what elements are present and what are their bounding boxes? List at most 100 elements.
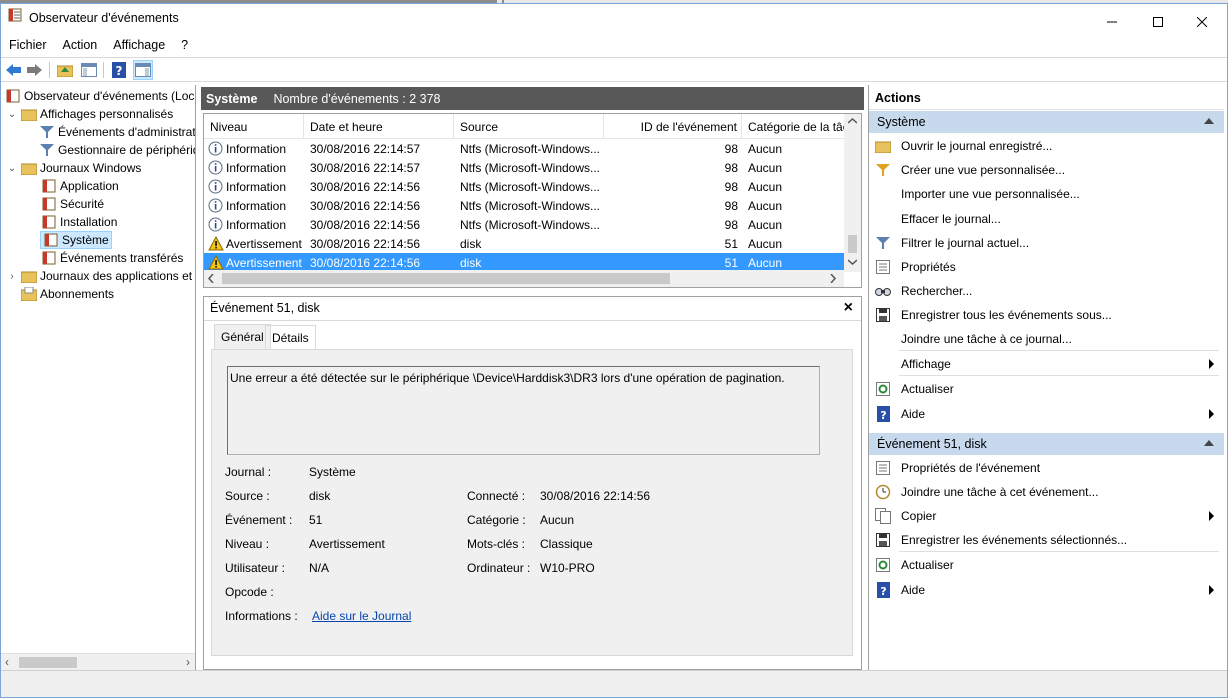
event-row[interactable]: Avertissement 30/08/2016 22:14:56 disk 51 Au… [204,234,844,253]
tree-item-app-service-logs[interactable]: › Journaux des applications et de servic… [7,267,195,285]
tab-details[interactable]: Détails [265,325,316,349]
scroll-right-icon[interactable]: › [186,655,190,669]
scroll-down-icon[interactable] [848,259,857,265]
forward-button[interactable] [25,60,45,80]
tree-item-system[interactable]: Système [40,231,112,249]
action-label: Affichage [901,357,951,371]
event-level: Information [226,198,287,213]
tree-item-custom-views[interactable]: ⌄ Affichages personnalisés [7,105,173,123]
tree-item-forwarded-events[interactable]: Événements transférés [41,249,183,267]
scroll-left-icon[interactable]: ‹ [5,655,9,669]
action-properties[interactable]: Propriétés [869,255,1224,279]
field-label: Informations : [225,609,298,623]
save-icon [875,532,891,548]
event-source: Ntfs (Microsoft-Windows... [460,179,601,194]
column-header-source[interactable]: Source [454,114,604,139]
tree-item-subscriptions[interactable]: Abonnements [21,285,114,303]
properties-icon [875,259,891,275]
action-refresh-event[interactable]: Actualiser [869,553,1224,577]
action-filter-current-log[interactable]: Filtrer le journal actuel... [869,231,1224,255]
menu-help[interactable]: ? [181,38,188,52]
tree-item-admin-events[interactable]: Événements d'administration [39,123,195,141]
maximize-button[interactable] [1135,8,1181,36]
action-create-custom-view[interactable]: Créer une vue personnalisée... [869,158,1224,182]
chevron-down-icon[interactable]: ⌄ [7,163,17,174]
action-import-custom-view[interactable]: Importer une vue personnalisée... [869,182,1224,206]
event-row[interactable]: Information 30/08/2016 22:14:56 Ntfs (Micr… [204,215,844,234]
actions-section-system[interactable]: Système [869,111,1224,133]
event-row[interactable]: Information 30/08/2016 22:14:56 Ntfs (Micr… [204,196,844,215]
tree-item-root[interactable]: Observateur d'événements (Local) [5,87,195,105]
tree-item-label: Sécurité [60,197,105,211]
collapse-icon[interactable] [1204,118,1214,124]
event-count: Nombre d'événements : 2 378 [273,91,441,106]
up-folder-button[interactable] [55,60,75,80]
chevron-down-icon[interactable]: ⌄ [7,109,17,120]
scroll-right-icon[interactable] [830,274,836,283]
menu-action[interactable]: Action [63,38,98,52]
action-refresh[interactable]: Actualiser [869,377,1224,401]
field-value: W10-PRO [540,561,595,575]
action-save-selected-events[interactable]: Enregistrer les événements sélectionnés.… [869,528,1224,552]
menu-affichage[interactable]: Affichage [113,38,165,52]
show-hide-actions-button[interactable] [133,60,153,80]
console-tree-icon [81,63,97,77]
back-button[interactable] [4,60,24,80]
tree-item-windows-logs[interactable]: ⌄ Journaux Windows [7,159,141,177]
tree-item-application[interactable]: Application [41,177,119,195]
tree-item-label: Système [62,233,109,247]
close-icon[interactable]: × [844,299,853,317]
event-date: 30/08/2016 22:14:57 [310,141,421,156]
maximize-icon [1153,17,1163,27]
tree-horizontal-scrollbar[interactable]: ‹ › [1,653,195,670]
chevron-right-icon[interactable]: › [7,271,17,282]
close-button[interactable] [1179,8,1225,36]
filter-icon [875,235,891,251]
column-header-date[interactable]: Date et heure [304,114,454,139]
event-category: Aucun [748,160,783,175]
action-find[interactable]: Rechercher... [869,279,1224,303]
scroll-thumb[interactable] [19,657,77,668]
folder-icon [21,106,37,122]
action-open-saved-log[interactable]: Ouvrir le journal enregistré... [869,134,1224,158]
action-event-properties[interactable]: Propriétés de l'événement [869,456,1224,480]
tree-item-device-manager[interactable]: Gestionnaire de périphériques [39,141,195,159]
event-row[interactable]: Information 30/08/2016 22:14:57 Ntfs (Micr… [204,139,844,158]
tree-item-security[interactable]: Sécurité [41,195,104,213]
log-header: Système Nombre d'événements : 2 378 [201,87,864,110]
action-help[interactable]: ? Aide [869,402,1224,426]
menu-fichier[interactable]: Fichier [9,38,47,52]
action-attach-task-to-event[interactable]: Joindre une tâche à cet événement... [869,480,1224,504]
event-category: Aucun [748,179,783,194]
tab-general[interactable]: Général [214,324,271,349]
column-header-task-category[interactable]: Catégorie de la tâche [742,114,844,139]
help-link[interactable]: Aide sur le Journal [312,609,411,623]
event-message[interactable]: Une erreur a été détectée sur le périphé… [227,366,820,455]
action-copy[interactable]: Copier [869,504,1224,528]
actions-section-event[interactable]: Événement 51, disk [869,433,1224,455]
column-header-event-id[interactable]: ID de l'événement [604,114,742,139]
action-view[interactable]: Affichage [869,352,1224,376]
event-list-horizontal-scrollbar[interactable] [204,270,844,287]
scroll-thumb[interactable] [222,273,670,284]
field-value: 30/08/2016 22:14:56 [540,489,651,503]
event-row[interactable]: Information 30/08/2016 22:14:57 Ntfs (Micr… [204,158,844,177]
show-hide-tree-button[interactable] [79,60,99,80]
help-button[interactable]: ? [109,60,129,80]
action-label: Enregistrer tous les événements sous... [901,308,1112,322]
event-category: Aucun [748,217,783,232]
event-row[interactable]: Information 30/08/2016 22:14:56 Ntfs (Micr… [204,177,844,196]
action-help-event[interactable]: ? Aide [869,578,1224,602]
scroll-thumb[interactable] [848,235,857,253]
collapse-icon[interactable] [1204,440,1214,446]
tree-item-setup[interactable]: Installation [41,213,117,231]
scroll-left-icon[interactable] [208,274,214,283]
action-attach-task-to-log[interactable]: Joindre une tâche à ce journal... [869,327,1224,351]
event-level: Information [226,141,287,156]
action-clear-log[interactable]: Effacer le journal... [869,207,1224,231]
action-save-all-events[interactable]: Enregistrer tous les événements sous... [869,303,1224,327]
scroll-up-icon[interactable] [848,118,857,124]
minimize-button[interactable] [1089,8,1135,36]
column-header-level[interactable]: Niveau [204,114,304,139]
event-list-vertical-scrollbar[interactable] [844,114,861,272]
